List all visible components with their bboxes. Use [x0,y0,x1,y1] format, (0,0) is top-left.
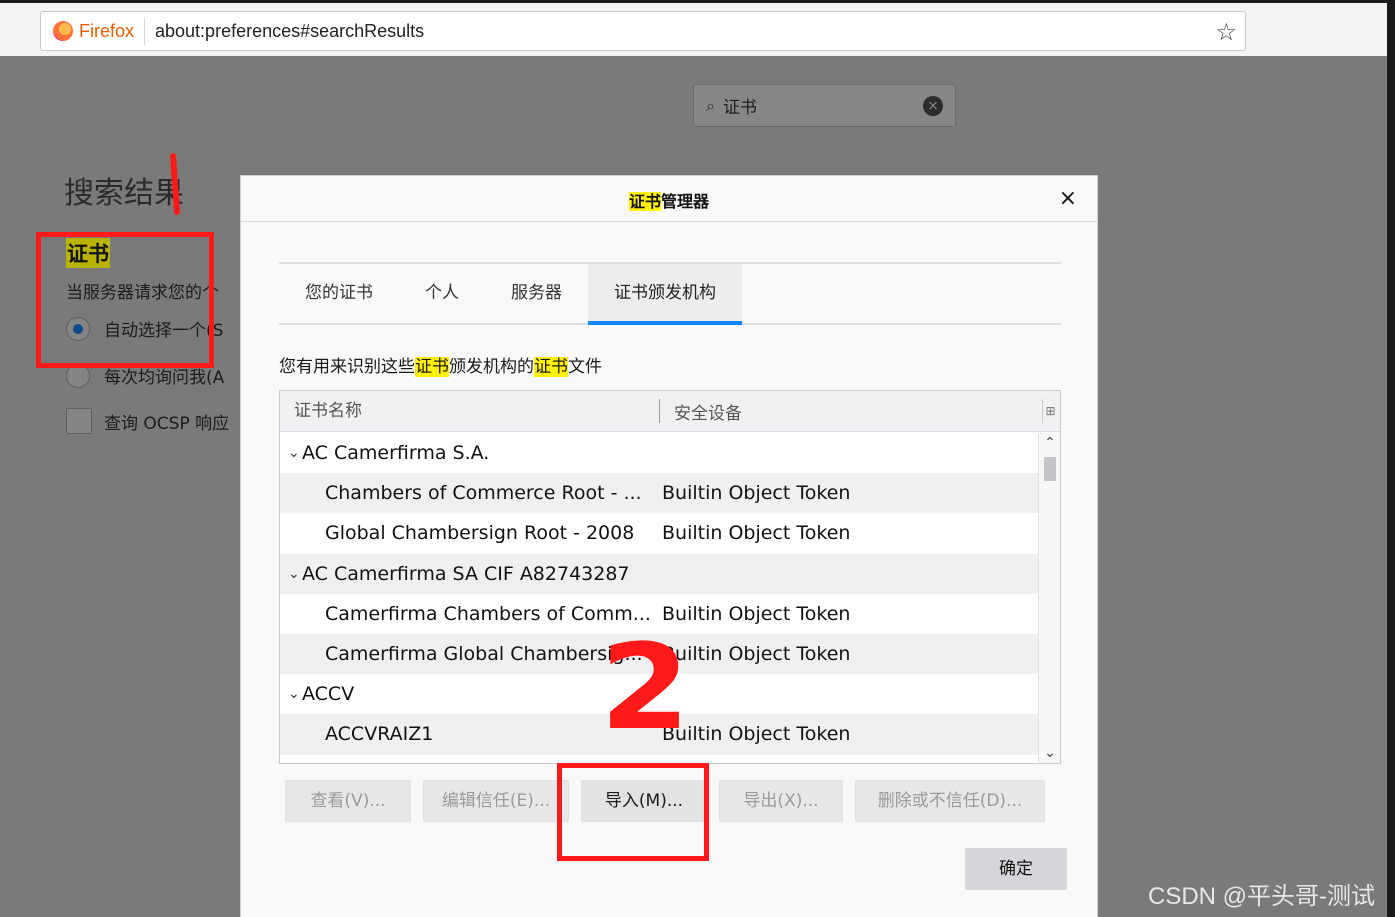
tab-description: 您有用来识别这些证书颁发机构的证书文件 [279,357,602,377]
checkbox[interactable] [66,408,92,434]
bookmark-star-icon[interactable]: ☆ [1215,18,1237,46]
tree-scrollbar[interactable]: ⌃ ⌄ [1038,433,1060,763]
firefox-logo-icon [53,21,73,41]
scroll-thumb[interactable] [1044,457,1056,481]
edit-trust-button[interactable]: 编辑信任(E)... [423,780,569,822]
chevron-down-icon[interactable]: ⌄ [280,686,302,702]
dialog-title: 证书管理器 [628,192,710,211]
clear-search-icon[interactable]: × [923,96,943,116]
row-name: AC Camerfirma SA CIF A82743287 [302,562,630,585]
page-title: 搜索结果 [64,176,184,211]
row-device: Builtin Object Token [662,723,851,746]
row-device: Builtin Object Token [662,643,851,666]
export-button[interactable]: 导出(X)... [719,780,843,822]
tab-authorities[interactable]: 证书颁发机构 [588,264,742,325]
url-separator [144,17,146,45]
scroll-up-icon[interactable]: ⌃ [1039,435,1060,451]
url-text[interactable]: about:preferences#searchResults [155,21,424,42]
column-header-device[interactable]: 安全设备 [660,399,742,424]
search-icon: ⌕ [706,95,715,115]
option-ocsp-label: 查询 OCSP 响应 [104,413,230,434]
table-row[interactable]: ⌄ AC Camerfirma SA CIF A82743287 [280,553,1038,594]
annotation-box-certificates [36,232,214,368]
tab-servers[interactable]: 服务器 [485,264,588,323]
row-device: Builtin Object Token [662,522,851,545]
table-row[interactable]: ⌄ AC Camerfirma S.A. [280,433,1038,473]
row-device: Builtin Object Token [662,482,851,505]
row-device: Builtin Object Token [662,602,851,625]
browser-toolbar: Firefox about:preferences#searchResults … [0,0,1395,56]
browser-brand-label: Firefox [79,20,135,41]
column-picker-icon[interactable]: ⊞ [1042,399,1058,423]
scroll-down-icon[interactable]: ⌄ [1039,745,1060,761]
table-row[interactable]: Chambers of Commerce Root - ... Builtin … [280,473,1038,514]
row-name: AC Camerfirma S.A. [302,442,490,465]
option-ocsp[interactable]: 查询 OCSP 响应 [66,408,229,434]
delete-distrust-button[interactable]: 删除或不信任(D)... [855,780,1045,822]
watermark: CSDN @平头哥-测试 [1148,883,1376,910]
preferences-search-input[interactable]: ⌕ 证书 × [693,84,956,127]
tree-header: 证书名称 安全设备 ⊞ [280,391,1060,432]
annotation-box-import [557,763,709,861]
chevron-down-icon[interactable]: ⌄ [280,445,302,461]
window-edge [1387,0,1395,917]
row-name: Global Chambersign Root - 2008 [325,522,635,545]
dialog-header: 证书管理器 × [241,176,1097,222]
url-bar[interactable]: Firefox about:preferences#searchResults … [40,11,1246,51]
annotation-step-2: 2 [599,618,691,756]
tab-bar: 您的证书 个人 服务器 证书颁发机构 [279,262,1061,325]
view-button[interactable]: 查看(V)... [285,780,411,822]
close-icon[interactable]: × [1059,186,1077,211]
tab-people[interactable]: 个人 [399,264,485,323]
tab-your-certificates[interactable]: 您的证书 [279,264,399,323]
column-header-name[interactable]: 证书名称 [280,399,660,423]
row-name: Chambers of Commerce Root - ... [325,482,642,505]
ok-button[interactable]: 确定 [965,848,1067,890]
table-row[interactable]: Global Chambersign Root - 2008 Builtin O… [280,513,1038,553]
search-query: 证书 [722,98,757,118]
chevron-down-icon[interactable]: ⌄ [280,566,302,582]
